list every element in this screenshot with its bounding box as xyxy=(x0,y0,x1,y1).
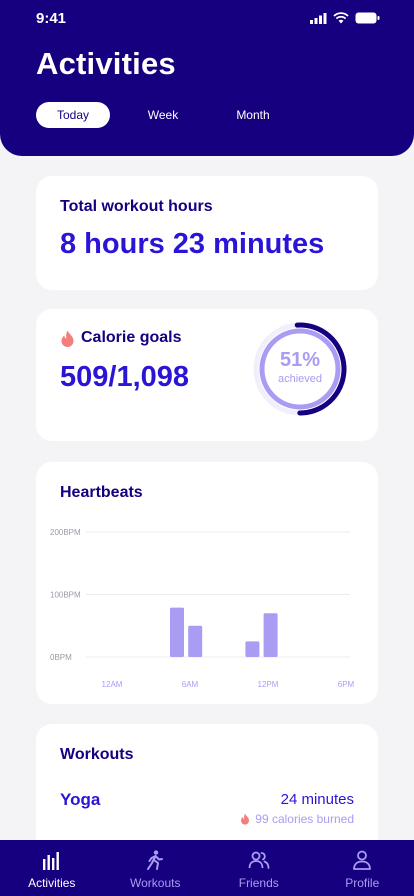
workout-hours-title: Total workout hours xyxy=(60,198,213,215)
heartbeat-bar xyxy=(263,613,278,657)
calorie-value: 509/1,098 xyxy=(60,361,190,393)
signal-icon xyxy=(310,12,327,24)
workout-calories: 99 calories burned xyxy=(240,812,354,826)
tab-week[interactable]: Week xyxy=(126,102,200,128)
heartbeat-bar xyxy=(170,607,184,657)
y-tick-label: 0BPM xyxy=(50,653,72,662)
activity-bars-icon xyxy=(42,852,59,870)
status-bar: 9:41 xyxy=(0,0,414,38)
friends-icon xyxy=(248,851,270,869)
calorie-progress-ring: 51% achieved xyxy=(252,321,348,417)
calorie-goals-card: Calorie goals 509/1,098 51% achieved xyxy=(36,309,378,441)
nav-profile[interactable]: Profile xyxy=(311,840,414,896)
calorie-title: Calorie goals xyxy=(81,329,182,346)
tab-month[interactable]: Month xyxy=(216,102,290,128)
calorie-percent-caption: achieved xyxy=(277,373,323,385)
nav-label-workouts: Workouts xyxy=(130,876,181,890)
flame-icon xyxy=(61,330,74,347)
profile-icon xyxy=(353,850,372,870)
x-tick-label: 12PM xyxy=(258,680,279,689)
period-tabs: Today Week Month xyxy=(36,102,306,128)
heartbeat-bar xyxy=(245,641,260,657)
workout-hours-card: Total workout hours 8 hours 23 minutes xyxy=(36,176,378,290)
nav-workouts[interactable]: Workouts xyxy=(104,840,208,896)
calorie-percent: 51% xyxy=(279,349,321,371)
nav-friends[interactable]: Friends xyxy=(207,840,311,896)
wifi-icon xyxy=(333,12,349,24)
header: 9:41 Activities Today Week Month xyxy=(0,0,414,156)
nav-label-profile: Profile xyxy=(345,876,380,890)
status-time: 9:41 xyxy=(36,10,67,27)
x-tick-label: 12AM xyxy=(102,680,123,689)
flame-icon xyxy=(241,813,250,825)
workouts-title: Workouts xyxy=(60,746,134,763)
nav-label-friends: Friends xyxy=(238,876,279,890)
running-person-icon xyxy=(147,850,164,870)
x-tick-label: 6AM xyxy=(182,680,199,689)
heartbeats-chart: 200BPM 100BPM 0BPM 12AM 6AM 12PM 6PM xyxy=(50,528,355,689)
x-tick-label: 6PM xyxy=(338,680,355,689)
nav-label-activities: Activities xyxy=(28,876,76,890)
ring-text: 51% achieved xyxy=(252,349,348,385)
tab-today[interactable]: Today xyxy=(36,102,110,128)
y-tick-label: 100BPM xyxy=(50,591,81,600)
page-title: Activities xyxy=(36,46,176,81)
bottom-nav: Activities Workouts Friends Profile xyxy=(0,840,414,896)
workout-calories-text: 99 calories burned xyxy=(255,812,354,826)
nav-activities[interactable]: Activities xyxy=(0,840,104,896)
workout-hours-value: 8 hours 23 minutes xyxy=(60,228,325,260)
y-tick-label: 200BPM xyxy=(50,528,81,537)
workout-name[interactable]: Yoga xyxy=(60,790,100,810)
heartbeat-bar xyxy=(188,625,203,657)
heartbeats-card: Heartbeats 200BPM 100BPM 0BPM 12AM 6AM 12PM 6P… xyxy=(36,462,378,704)
battery-icon xyxy=(355,12,380,24)
calorie-title-row: Calorie goals xyxy=(60,329,181,347)
status-icons xyxy=(310,12,380,24)
workout-duration: 24 minutes xyxy=(280,791,354,808)
